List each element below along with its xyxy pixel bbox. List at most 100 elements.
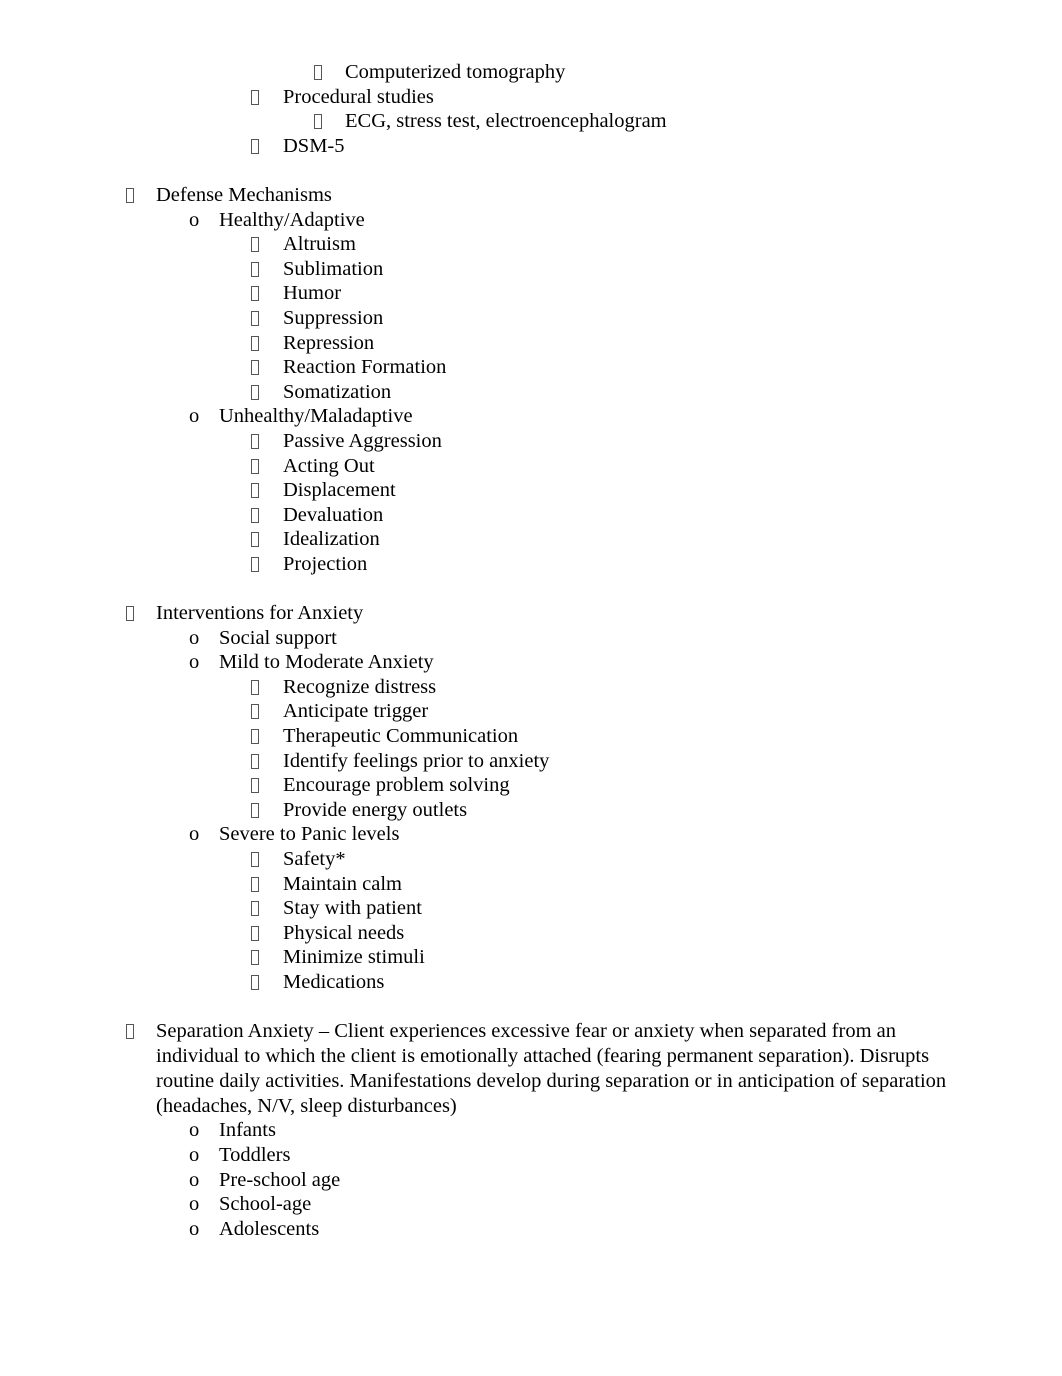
outline-item-label: Encourage problem solving bbox=[283, 774, 510, 797]
box-bullet-icon bbox=[251, 847, 259, 872]
circle-bullet-icon: o bbox=[189, 651, 200, 674]
box-bullet-glyph bbox=[251, 679, 259, 695]
circle-bullet-icon: o bbox=[189, 626, 200, 649]
box-bullet-glyph bbox=[251, 384, 259, 400]
outline-item: Recognize distress bbox=[0, 675, 1062, 700]
outline-item: Reaction Formation bbox=[0, 355, 1062, 380]
outline-item-label: Somatization bbox=[283, 380, 392, 403]
outline-item: Maintain calm bbox=[0, 872, 1062, 897]
box-bullet-glyph bbox=[251, 974, 259, 990]
outline-item: o Infants bbox=[0, 1118, 1062, 1143]
box-bullet-icon bbox=[251, 724, 259, 749]
outline-item: o Severe to Panic levels bbox=[0, 822, 1062, 847]
outline-item: Procedural studies bbox=[0, 85, 1062, 110]
outline-item: Repression bbox=[0, 331, 1062, 356]
box-bullet-glyph bbox=[126, 606, 134, 622]
box-bullet-icon bbox=[126, 1019, 134, 1044]
outline-item-label: Toddlers bbox=[219, 1143, 291, 1166]
box-bullet-icon bbox=[251, 503, 259, 528]
box-bullet-glyph bbox=[251, 704, 259, 720]
outline-item: Encourage problem solving bbox=[0, 773, 1062, 798]
box-bullet-icon bbox=[251, 257, 259, 282]
outline-item: Medications bbox=[0, 970, 1062, 995]
outline-item-label: Suppression bbox=[283, 306, 384, 329]
outline-item-label: Idealization bbox=[283, 528, 380, 551]
outline-item: Projection bbox=[0, 552, 1062, 577]
circle-bullet-icon: o bbox=[189, 1217, 200, 1240]
box-bullet-icon bbox=[251, 896, 259, 921]
outline-item: Safety* bbox=[0, 847, 1062, 872]
outline-item-label: Maintain calm bbox=[283, 872, 402, 895]
outline-item: Sublimation bbox=[0, 257, 1062, 282]
box-bullet-icon bbox=[251, 527, 259, 552]
outline-item-label: Displacement bbox=[283, 479, 396, 502]
outline-item: Interventions for Anxiety bbox=[0, 601, 1062, 626]
outline-item: Defense Mechanisms bbox=[0, 183, 1062, 208]
box-bullet-glyph bbox=[251, 310, 259, 326]
outline-item-label: Therapeutic Communication bbox=[283, 725, 519, 748]
outline-item: Stay with patient bbox=[0, 896, 1062, 921]
box-bullet-glyph bbox=[251, 261, 259, 277]
box-bullet-icon bbox=[251, 306, 259, 331]
box-bullet-glyph bbox=[251, 360, 259, 376]
box-bullet-icon bbox=[251, 355, 259, 380]
circle-bullet-icon: o bbox=[189, 1168, 200, 1191]
box-bullet-glyph bbox=[251, 556, 259, 572]
outline-item: DSM-5 bbox=[0, 134, 1062, 159]
outline-item: Somatization bbox=[0, 380, 1062, 405]
outline-item-label: Identify feelings prior to anxiety bbox=[283, 749, 550, 772]
box-bullet-glyph bbox=[251, 950, 259, 966]
outline-item: o Toddlers bbox=[0, 1143, 1062, 1168]
box-bullet-icon bbox=[314, 109, 322, 134]
outline-item-label: Repression bbox=[283, 331, 375, 354]
outline-item-label: Infants bbox=[219, 1119, 276, 1142]
outline-item-label: Passive Aggression bbox=[283, 429, 442, 452]
box-bullet-icon bbox=[251, 945, 259, 970]
circle-bullet-icon: o bbox=[189, 823, 200, 846]
outline-item: Humor bbox=[0, 281, 1062, 306]
box-bullet-glyph bbox=[251, 433, 259, 449]
box-bullet-icon bbox=[126, 601, 134, 626]
box-bullet-icon bbox=[251, 798, 259, 823]
box-bullet-glyph bbox=[251, 458, 259, 474]
circle-bullet-icon: o bbox=[189, 1193, 200, 1216]
box-bullet-icon bbox=[251, 921, 259, 946]
box-bullet-glyph bbox=[251, 802, 259, 818]
box-bullet-icon bbox=[251, 85, 259, 110]
box-bullet-icon bbox=[314, 60, 322, 85]
box-bullet-icon bbox=[251, 478, 259, 503]
outline-item: o Social support bbox=[0, 626, 1062, 651]
box-bullet-glyph bbox=[251, 925, 259, 941]
outline-item: Physical needs bbox=[0, 921, 1062, 946]
box-bullet-glyph bbox=[251, 852, 259, 867]
outline-item: Altruism bbox=[0, 232, 1062, 257]
outline-item-label: Acting Out bbox=[283, 454, 375, 477]
circle-bullet-icon: o bbox=[189, 405, 200, 428]
box-bullet-glyph bbox=[251, 138, 259, 154]
outline-item-label: Stay with patient bbox=[283, 897, 422, 920]
box-bullet-icon bbox=[251, 232, 259, 257]
outline-item: Suppression bbox=[0, 306, 1062, 331]
outline-item: Passive Aggression bbox=[0, 429, 1062, 454]
outline-item-label: Social support bbox=[219, 626, 337, 649]
box-bullet-icon bbox=[251, 872, 259, 897]
box-bullet-glyph bbox=[251, 901, 259, 917]
outline-item-label: Medications bbox=[283, 970, 385, 993]
outline-item: o Pre-school age bbox=[0, 1168, 1062, 1193]
outline-item-label: Anticipate trigger bbox=[283, 700, 429, 723]
outline-item-label: Procedural studies bbox=[283, 85, 434, 108]
outline-paragraph: Separation Anxiety – Client experiences … bbox=[0, 1019, 1062, 1118]
outline-item-label: Healthy/Adaptive bbox=[219, 208, 365, 231]
box-bullet-icon bbox=[251, 749, 259, 774]
outline-item-label: Adolescents bbox=[219, 1217, 320, 1240]
box-bullet-glyph bbox=[251, 753, 259, 769]
outline-item-label: Provide energy outlets bbox=[283, 798, 468, 821]
outline-item: o Adolescents bbox=[0, 1217, 1062, 1242]
outline-item-label: DSM-5 bbox=[283, 134, 345, 157]
outline-item: Therapeutic Communication bbox=[0, 724, 1062, 749]
outline-item-label: Mild to Moderate Anxiety bbox=[219, 651, 434, 674]
outline-item-label: Computerized tomography bbox=[345, 61, 566, 83]
